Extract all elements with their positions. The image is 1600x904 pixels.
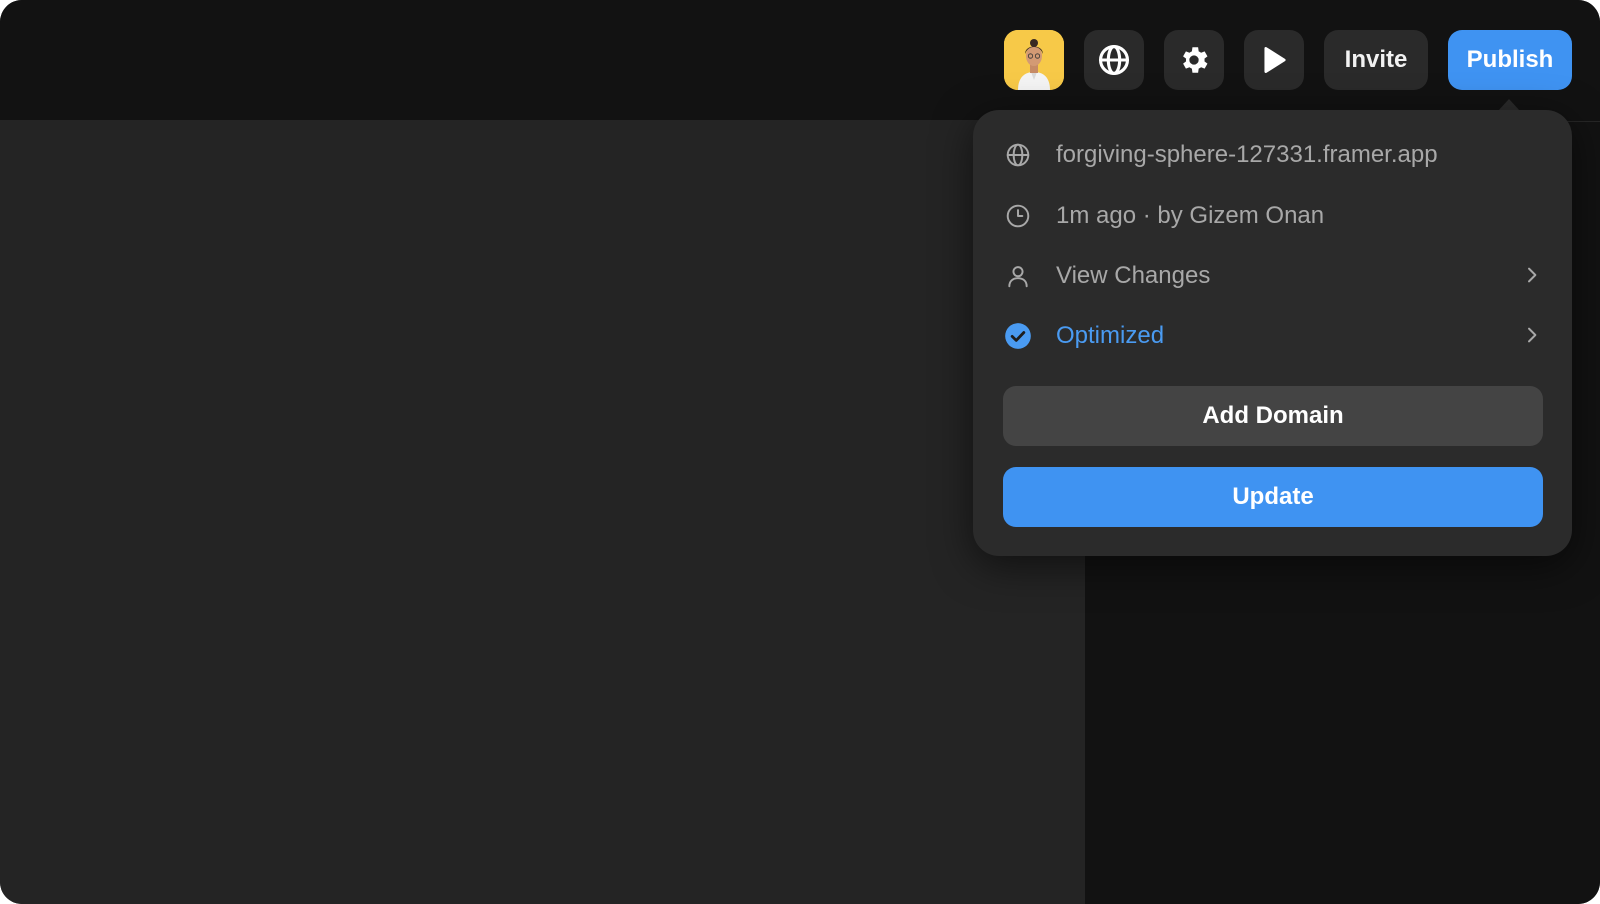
gear-icon — [1183, 47, 1208, 73]
publish-popover: forgiving-sphere-127331.framer.app 1m ag… — [973, 110, 1572, 556]
publish-button[interactable]: Publish — [1448, 30, 1572, 90]
preview-button[interactable] — [1244, 30, 1304, 90]
update-button[interactable]: Update — [1003, 467, 1543, 527]
optimized-row[interactable]: Optimized — [973, 316, 1572, 356]
globe-icon — [1098, 44, 1130, 76]
play-icon — [1264, 47, 1286, 73]
add-domain-button[interactable]: Add Domain — [1003, 386, 1543, 446]
check-circle-icon — [1004, 322, 1032, 350]
globe-button[interactable] — [1084, 30, 1144, 90]
site-url-row[interactable]: forgiving-sphere-127331.framer.app — [973, 135, 1572, 175]
user-avatar-photo — [1004, 30, 1064, 90]
settings-button[interactable] — [1164, 30, 1224, 90]
user-icon — [1004, 262, 1032, 290]
invite-button[interactable]: Invite — [1324, 30, 1428, 90]
globe-icon — [1004, 141, 1032, 169]
last-published-text: 1m ago · by Gizem Onan — [1056, 202, 1325, 229]
last-published-row: 1m ago · by Gizem Onan — [973, 196, 1572, 236]
chevron-right-icon — [1521, 324, 1543, 346]
optimized-label: Optimized — [1056, 322, 1165, 349]
chevron-right-icon — [1521, 264, 1543, 286]
user-avatar-button[interactable] — [1004, 30, 1064, 90]
app-window: Invite Publish forgiving-sphere-127331.f… — [0, 0, 1600, 904]
clock-icon — [1004, 202, 1032, 230]
site-url[interactable]: forgiving-sphere-127331.framer.app — [1056, 135, 1438, 175]
design-canvas[interactable] — [0, 120, 1085, 904]
view-changes-label: View Changes — [1056, 262, 1211, 289]
view-changes-row[interactable]: View Changes — [973, 256, 1572, 296]
